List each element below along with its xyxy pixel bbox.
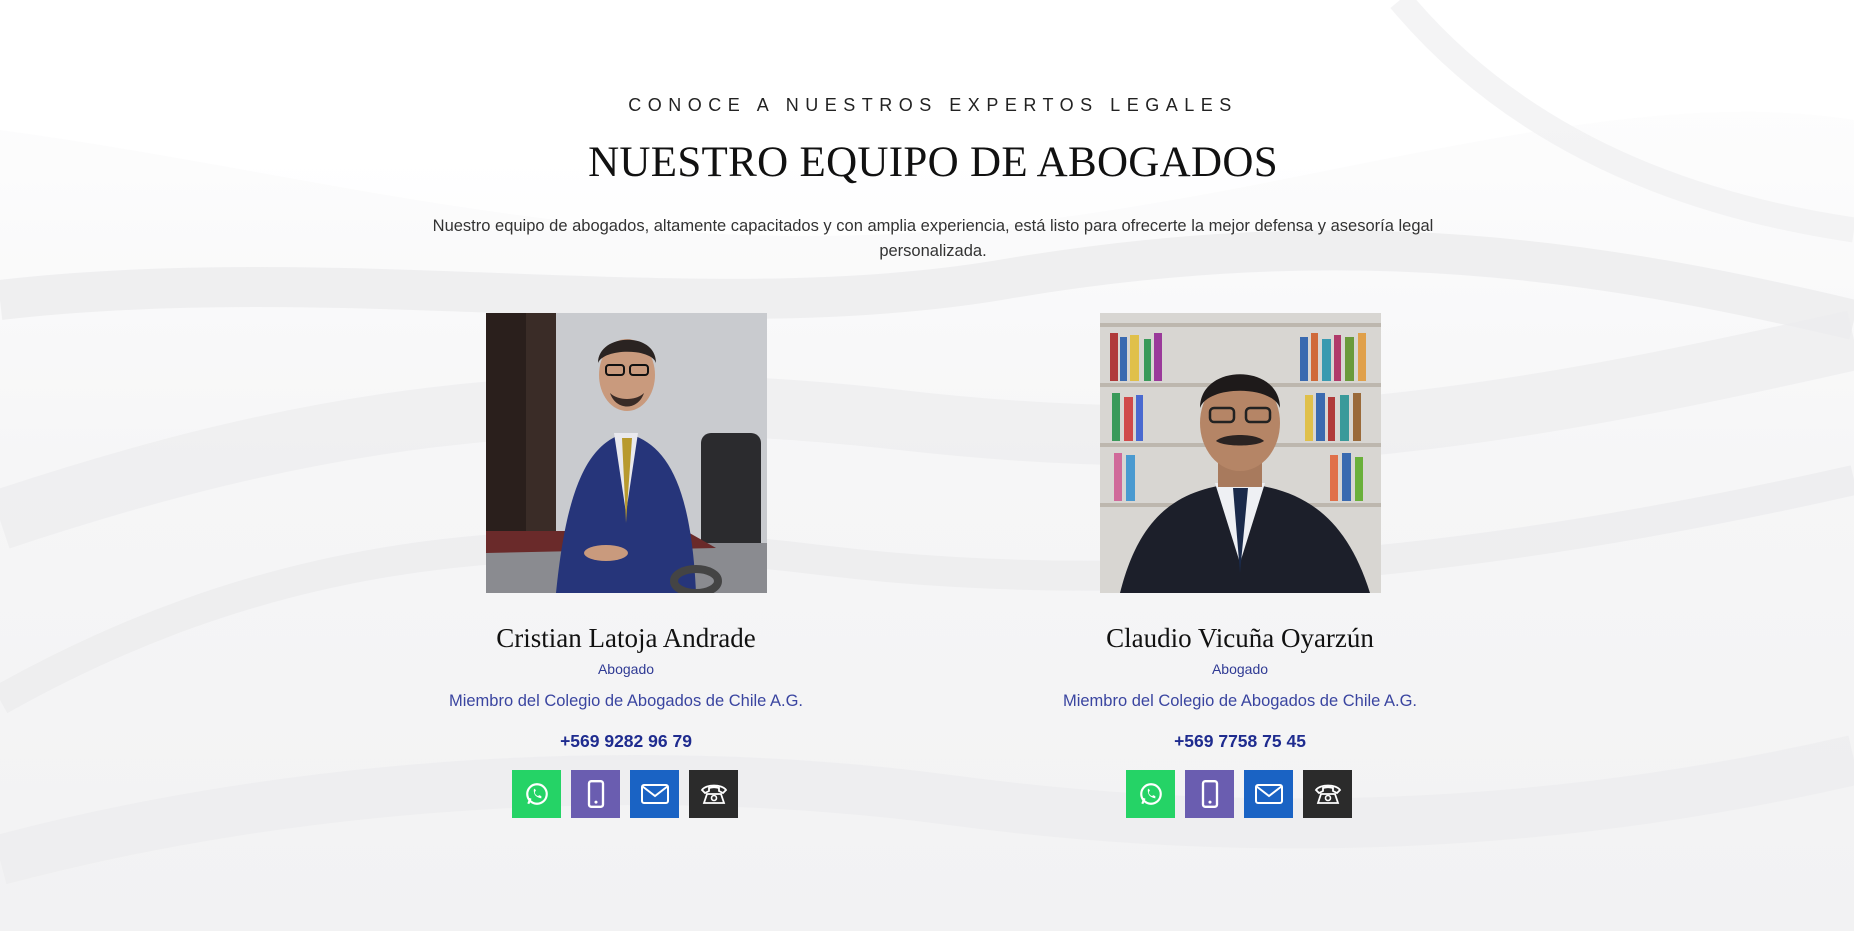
- mobile-button[interactable]: [1185, 770, 1234, 818]
- lawyer-membership: Miembro del Colegio de Abogados de Chile…: [448, 692, 804, 710]
- whatsapp-button[interactable]: [1126, 770, 1175, 818]
- lawyer-name: Cristian Latoja Andrade: [496, 623, 756, 653]
- lawyer-phone[interactable]: +569 9282 96 79: [386, 731, 866, 752]
- contact-icons: [512, 770, 742, 818]
- landline-button[interactable]: [1303, 770, 1352, 818]
- lawyer-membership: Miembro del Colegio de Abogados de Chile…: [1062, 692, 1418, 710]
- whatsapp-icon: [525, 783, 548, 805]
- section-eyebrow: CONOCE A NUESTROS EXPERTOS LEGALES: [628, 95, 1238, 115]
- landline-button[interactable]: [689, 770, 738, 818]
- lawyer-photo: [486, 313, 767, 593]
- lawyer-role: Abogado: [597, 661, 655, 677]
- section-title: NUESTRO EQUIPO DE ABOGADOS: [588, 139, 1278, 186]
- mobile-phone-icon: [587, 780, 604, 808]
- lawyer-name: Claudio Vicuña Oyarzún: [1106, 623, 1374, 653]
- lawyer-phone[interactable]: +569 7758 75 45: [1000, 731, 1480, 752]
- email-icon: [640, 784, 669, 804]
- landline-phone-icon: [1314, 784, 1341, 804]
- whatsapp-icon: [1139, 783, 1162, 805]
- mobile-phone-icon: [1201, 780, 1218, 808]
- team-section: CONOCE A NUESTROS EXPERTOS LEGALES NUEST…: [0, 0, 1854, 931]
- email-button[interactable]: [630, 770, 679, 818]
- whatsapp-button[interactable]: [512, 770, 561, 818]
- lawyer-role: Abogado: [1211, 661, 1269, 677]
- section-subtitle: Nuestro equipo de abogados, altamente ca…: [432, 217, 1434, 260]
- email-icon: [1254, 784, 1283, 804]
- landline-phone-icon: [700, 784, 727, 804]
- email-button[interactable]: [1244, 770, 1293, 818]
- lawyer-photo: [1100, 313, 1381, 593]
- mobile-button[interactable]: [571, 770, 620, 818]
- contact-icons: [1126, 770, 1356, 818]
